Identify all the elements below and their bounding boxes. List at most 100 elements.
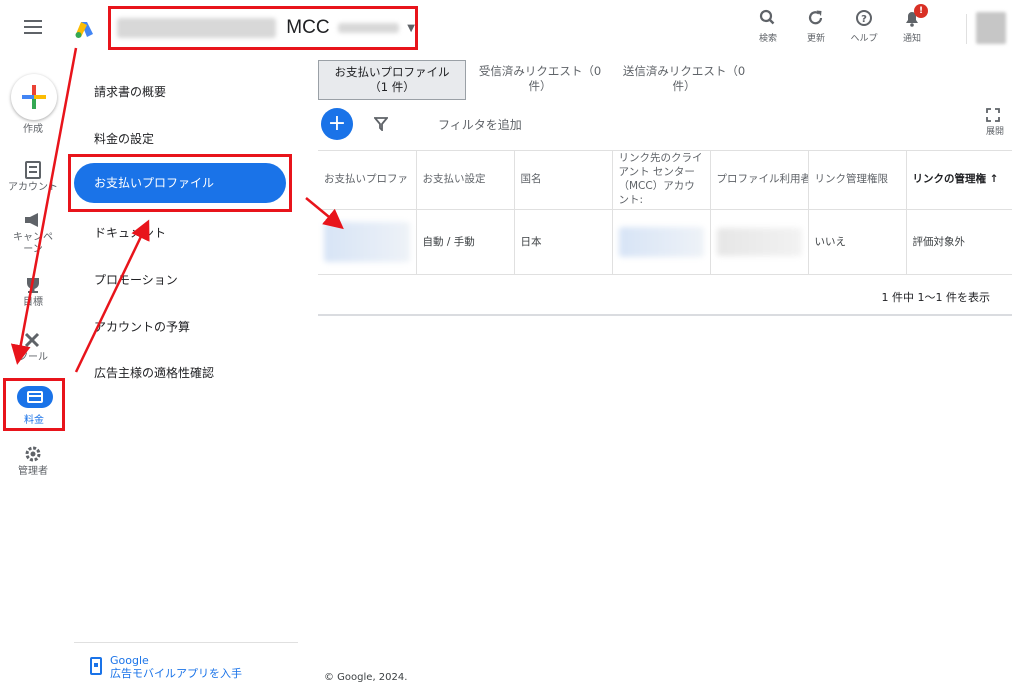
gear-icon [25, 446, 41, 462]
redacted-block [716, 227, 802, 256]
search-icon [759, 9, 775, 25]
tab-label: 受信済みリクエスト（0 [478, 64, 602, 78]
notifications-button[interactable]: ! 通知 [888, 4, 936, 44]
pagination: 1 件中 1〜1 件を表示 [318, 276, 1012, 316]
rail-label-tools: ツール [18, 352, 48, 363]
subnav-item-advertiser-verification[interactable]: 広告主様の適格性確認 [94, 364, 214, 381]
column-header-sorted[interactable]: リンクの管理権 ↑ [906, 150, 1012, 210]
rail-label-campaigns: キャンペーン [13, 232, 53, 255]
cell-payment-setting: 自動 / 手動 [416, 209, 515, 275]
add-filter-input[interactable]: フィルタを追加 [438, 116, 522, 133]
column-header[interactable]: お支払い設定 [416, 150, 515, 210]
refresh-button[interactable]: 更新 [792, 8, 840, 44]
tab-count: 件） [528, 79, 552, 93]
fullscreen-icon [986, 108, 1000, 122]
expand-button[interactable]: 展開 [986, 108, 1004, 137]
account-id-redacted [117, 18, 277, 38]
notifications-label: 通知 [902, 34, 921, 44]
account-icon [25, 161, 41, 179]
cell-users-redacted [710, 209, 809, 275]
help-icon: ? [856, 10, 872, 26]
cell-country: 日本 [514, 209, 613, 275]
pagination-text: 1 件中 1〜1 件を表示 [881, 291, 991, 304]
subnav-item-payment-profiles[interactable]: お支払いプロファイル [74, 163, 286, 203]
menu-icon[interactable] [24, 20, 42, 34]
account-selector[interactable]: MCC ▼ [108, 6, 418, 50]
cell-link-permission: いいえ [808, 209, 907, 275]
sort-arrow-up-icon: ↑ [989, 173, 999, 186]
tab-count: 件） [672, 79, 696, 93]
rail-item-admin[interactable]: 管理者 [0, 444, 66, 478]
cell-mcc-redacted [612, 209, 711, 275]
divider [966, 14, 967, 44]
google-ads-logo[interactable] [74, 20, 94, 40]
help-button[interactable]: ? ヘルプ [840, 8, 888, 44]
subnav-item-billing-settings[interactable]: 料金の設定 [94, 130, 154, 147]
divider [74, 642, 298, 643]
tools-icon [24, 332, 40, 348]
table-row[interactable]: 自動 / 手動 日本 いいえ 評価対象外 [318, 209, 1012, 275]
avatar[interactable] [976, 12, 1006, 44]
notification-badge: ! [914, 4, 928, 18]
subnav-item-account-budget[interactable]: アカウントの予算 [94, 318, 190, 335]
table-toolbar: + フィルタを追加 展開 [318, 100, 1012, 150]
column-header-label: リンクの管理権 [912, 173, 987, 186]
rail-item-tools[interactable]: ツール [0, 330, 66, 364]
rail-label-admin: 管理者 [18, 466, 48, 477]
megaphone-icon [25, 213, 38, 227]
svg-text:?: ? [861, 14, 867, 25]
phone-icon [90, 657, 102, 675]
column-header[interactable]: リンク先のクライアント センター（MCC）アカウント: [612, 150, 711, 210]
tab-count: （1 件） [369, 80, 415, 94]
subnav-item-documents[interactable]: ドキュメント [94, 224, 166, 241]
app-promo-line2: 広告モバイルアプリを入手 [110, 667, 242, 680]
rail-label-billing: 料金 [24, 415, 44, 426]
create-button[interactable] [11, 74, 57, 120]
column-header[interactable]: リンク管理権限 [808, 150, 907, 210]
search-label: 検索 [758, 34, 777, 44]
plus-icon [22, 85, 46, 109]
top-bar: MCC ▼ 検索 更新 ? ヘルプ ! 通知 [0, 0, 1024, 60]
tab-received-requests[interactable]: 受信済みリクエスト（0 件） [466, 60, 614, 100]
add-button[interactable]: + [321, 108, 353, 140]
mobile-app-link[interactable]: Google 広告モバイルアプリを入手 [90, 654, 242, 680]
rail-label-account: アカウント [8, 182, 58, 193]
billing-card-icon [17, 386, 53, 408]
rail-item-account[interactable]: アカウント [0, 160, 66, 194]
help-label: ヘルプ [850, 34, 878, 44]
redacted-block [324, 221, 410, 262]
account-name: MCC [286, 17, 330, 38]
filter-icon[interactable] [374, 117, 388, 131]
bell-icon [906, 12, 918, 27]
tab-label: 送信済みリクエスト（0 [622, 64, 746, 78]
subnav-item-invoice-summary[interactable]: 請求書の概要 [94, 83, 166, 100]
create-label: 作成 [23, 124, 43, 135]
rail-item-billing[interactable]: 料金 [3, 378, 65, 431]
footer-copyright: © Google, 2024. [324, 672, 408, 683]
app-promo-line1: Google [110, 654, 149, 667]
refresh-icon [808, 10, 823, 25]
left-rail: 作成 アカウント キャンペーン 目標 ツール 料金 管理者 [0, 60, 66, 692]
rail-item-goals[interactable]: 目標 [0, 275, 66, 309]
trophy-icon [27, 278, 39, 293]
top-actions: 検索 更新 ? ヘルプ ! 通知 [744, 4, 936, 44]
rail-label-goals: 目標 [23, 297, 43, 308]
column-header[interactable]: プロファイル利用者 [710, 150, 809, 210]
search-button[interactable]: 検索 [744, 8, 792, 44]
refresh-label: 更新 [806, 34, 825, 44]
column-header[interactable]: お支払いプロファ [318, 150, 417, 210]
tab-payment-profiles[interactable]: お支払いプロファイル （1 件） [318, 60, 466, 100]
subnav-item-promotions[interactable]: プロモーション [94, 271, 178, 288]
redacted-block [618, 226, 704, 257]
tab-bar: お支払いプロファイル （1 件） 受信済みリクエスト（0 件） 送信済みリクエス… [318, 60, 1012, 100]
cell-profile-redacted[interactable] [318, 209, 417, 275]
tab-sent-requests[interactable]: 送信済みリクエスト（0 件） [614, 60, 754, 100]
column-header[interactable]: 国名 [514, 150, 613, 210]
expand-label: 展開 [985, 127, 1004, 137]
table-header-row: お支払いプロファ お支払い設定 国名 リンク先のクライアント センター（MCC）… [318, 150, 1012, 210]
cell-link-admin: 評価対象外 [906, 209, 1012, 275]
chevron-down-icon: ▼ [407, 22, 415, 34]
tab-label: お支払いプロファイル [334, 65, 450, 79]
rail-item-campaigns[interactable]: キャンペーン [0, 210, 66, 256]
account-suffix-redacted [337, 23, 400, 33]
